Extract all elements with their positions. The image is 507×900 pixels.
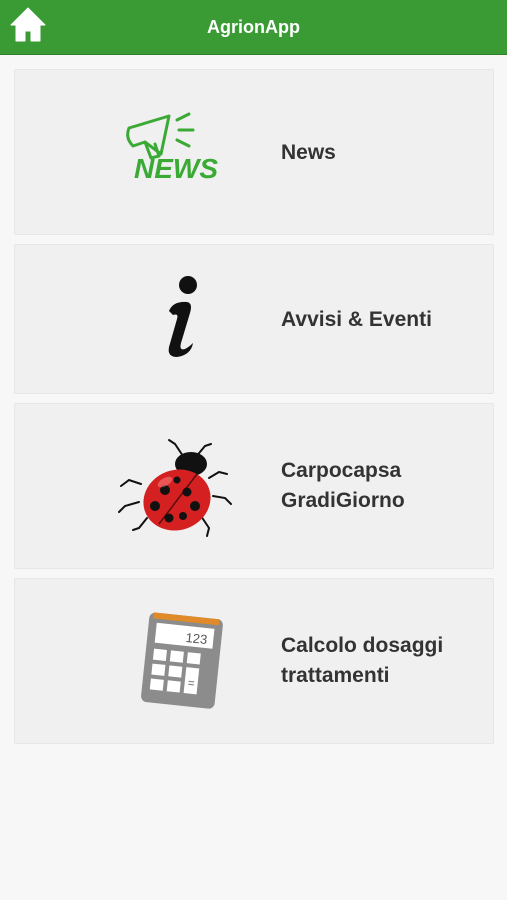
menu-item-label: Avvisi & Eventi — [281, 308, 432, 331]
menu-item-calcolo-dosaggi[interactable]: 123 = Calcolo dosaggi trattamenti — [14, 578, 494, 744]
menu-item-carpocapsa[interactable]: Carpocapsa GradiGiorno — [14, 403, 494, 569]
menu-item-label: Calcolo dosaggi trattamenti — [281, 634, 444, 687]
ladybug-icon — [111, 432, 241, 542]
info-icon — [111, 265, 241, 375]
news-megaphone-icon: NEWS — [111, 98, 241, 208]
calculator-display: 123 — [185, 630, 208, 647]
menu-item-label: News — [281, 141, 336, 164]
news-logo-text: NEWS — [134, 153, 218, 184]
calculator-equals-key: = — [187, 677, 195, 690]
home-button[interactable] — [8, 5, 48, 45]
home-icon — [10, 7, 46, 42]
calculator-icon: 123 = — [111, 605, 241, 715]
app-title: AgrionApp — [207, 17, 300, 37]
menu-item-avvisi-eventi[interactable]: Avvisi & Eventi — [14, 244, 494, 394]
menu-item-label: Carpocapsa GradiGiorno — [281, 459, 405, 512]
menu-item-news[interactable]: NEWS News — [14, 69, 494, 235]
app-header: AgrionApp — [0, 0, 507, 55]
